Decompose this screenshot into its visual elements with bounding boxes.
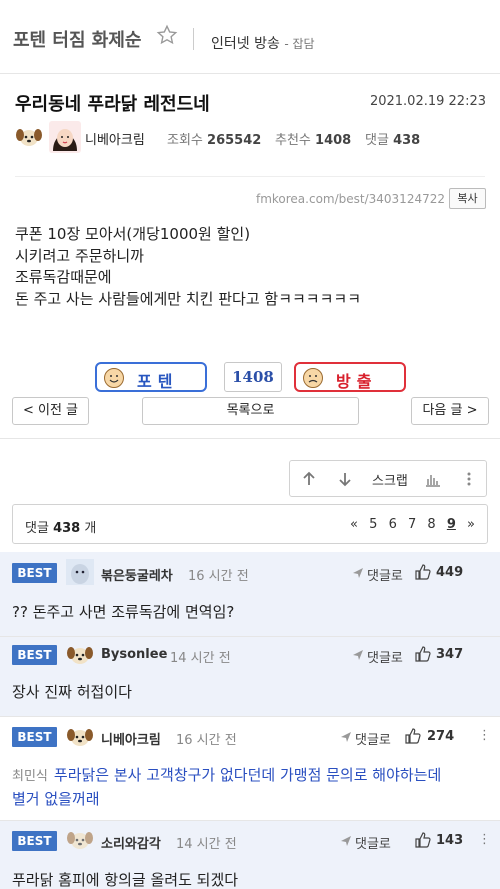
page-current[interactable]: 9 <box>447 517 456 532</box>
comments-count: 댓글 438 개 <box>25 521 97 536</box>
thumbs-up-icon[interactable] <box>415 646 431 662</box>
page-next[interactable]: » <box>467 517 475 532</box>
smile-face-icon <box>104 368 124 388</box>
list-button[interactable]: 목록으로 <box>142 397 359 425</box>
comment-text: 푸라닭 홈피에 항의글 올려도 되겠다 <box>12 871 239 889</box>
comment-item: BEST 볶은둥굴레차 16 시간 전 댓글로 449 ?? 돈주고 사면 조류… <box>0 552 500 636</box>
comment-author[interactable]: Bysonlee <box>101 647 167 662</box>
reply-mention[interactable]: 최민식 <box>12 769 48 784</box>
post-content: 쿠폰 10장 모아서(개당1000원 할인) 시키려고 주문하니까 조류독감때문… <box>15 224 485 311</box>
divider <box>193 28 194 50</box>
content-line: 돈 주고 사는 사람들에게만 치킨 판다고 함ㅋㅋㅋㅋㅋㅋ <box>15 290 362 309</box>
frown-face-icon <box>303 368 323 388</box>
comment-text: 장사 진짜 허접이다 <box>12 683 132 701</box>
reply-arrow-icon[interactable] <box>340 731 352 743</box>
best-badge: BEST <box>12 727 57 747</box>
category-link[interactable]: 인터넷 방송 - 잡담 <box>211 33 315 53</box>
page-link[interactable]: 7 <box>408 517 416 532</box>
level-dog-icon <box>67 832 93 849</box>
reply-arrow-icon[interactable] <box>340 835 352 847</box>
author-name[interactable]: 니베아크림 <box>85 129 145 148</box>
like-count: 143 <box>436 833 464 848</box>
star-icon[interactable] <box>156 24 178 46</box>
comment-author[interactable]: 소리와감각 <box>101 833 161 852</box>
vote-count: 1408 <box>224 362 282 392</box>
comment-count: 댓글 438 <box>365 133 421 148</box>
like-count: 449 <box>436 565 464 580</box>
comment-time: 14 시간 전 <box>170 651 231 666</box>
view-count: 조회수 265542 <box>167 133 262 148</box>
thumbs-up-icon[interactable] <box>405 728 421 744</box>
more-menu-icon[interactable]: ⋮ <box>478 832 491 847</box>
comment-author[interactable]: 볶은둥굴레차 <box>101 565 173 584</box>
more-menu-icon[interactable]: ⋮ <box>478 728 491 743</box>
comment-author[interactable]: 니베아크림 <box>101 729 161 748</box>
pagination: « 5 6 7 8 9 » <box>343 517 475 532</box>
upvote-label: 포텐 <box>137 372 179 391</box>
board-header: 포텐 터짐 화제순 인터넷 방송 - 잡담 <box>0 0 500 74</box>
reply-button[interactable]: 댓글로 <box>367 565 403 584</box>
post-tools: 스크랩 <box>289 460 487 497</box>
page-first[interactable]: « <box>350 517 358 532</box>
best-badge: BEST <box>12 563 57 583</box>
best-badge: BEST <box>12 831 57 851</box>
like-count: 274 <box>427 729 455 744</box>
thumbs-up-icon[interactable] <box>415 832 431 848</box>
copy-button[interactable]: 복사 <box>449 188 486 209</box>
comment-item: BEST Bysonlee 14 시간 전 댓글로 347 장사 진짜 허접이다 <box>0 637 500 716</box>
author-row: 니베아크림 조회수 265542 추천수 1408 댓글 438 <box>15 121 490 153</box>
content-line: 시키려고 주문하니까 <box>15 246 144 265</box>
comment-text: 최민식 푸라닭은 본사 고객창구가 없다던데 가맹점 문의로 해야하는데 별거 없을… <box>12 766 442 808</box>
reply-button[interactable]: 댓글로 <box>355 729 391 748</box>
comment-time: 16 시간 전 <box>188 569 249 584</box>
prev-post-button[interactable]: < 이전 글 <box>12 397 89 425</box>
comment-time: 16 시간 전 <box>176 733 237 748</box>
post-date: 2021.02.19 22:23 <box>369 94 486 109</box>
more-icon[interactable] <box>460 470 478 488</box>
downvote-button[interactable]: 방출 <box>294 362 406 392</box>
avatar[interactable] <box>49 121 81 153</box>
divider <box>15 176 485 177</box>
post-title: 우리동네 푸라닭 레전드네 <box>15 94 210 115</box>
level-dog-icon <box>67 647 93 664</box>
best-badge: BEST <box>12 645 57 665</box>
content-line: 쿠폰 10장 모아서(개당1000원 할인) <box>15 225 251 243</box>
scrap-button[interactable]: 스크랩 <box>372 470 408 489</box>
page-link[interactable]: 5 <box>369 517 377 532</box>
comments-header: 댓글 438 개 « 5 6 7 8 9 » <box>12 504 488 544</box>
downvote-label: 방출 <box>336 372 378 391</box>
reply-button[interactable]: 댓글로 <box>355 833 391 852</box>
level-dog-icon <box>67 729 93 746</box>
arrow-down-icon[interactable] <box>336 470 354 488</box>
reply-arrow-icon[interactable] <box>352 567 364 579</box>
reply-arrow-icon[interactable] <box>352 649 364 661</box>
comment-text: ?? 돈주고 사면 조류독감에 면역임? <box>12 603 235 621</box>
comment-item: BEST 소리와감각 14 시간 전 댓글로 143 ⋮ 푸라닭 홈피에 항의글… <box>0 821 500 889</box>
upvote-button[interactable]: 포텐 <box>95 362 207 392</box>
page-link[interactable]: 6 <box>389 517 397 532</box>
stats-icon[interactable] <box>424 470 442 488</box>
comment-item: BEST 니베아크림 16 시간 전 댓글로 274 ⋮ 최민식 푸라닭은 본사 … <box>0 717 500 820</box>
like-count: 347 <box>436 647 464 662</box>
next-post-button[interactable]: 다음 글 > <box>411 397 489 425</box>
recommend-count: 추천수 1408 <box>275 133 352 148</box>
avatar[interactable] <box>66 559 94 585</box>
comment-time: 14 시간 전 <box>176 837 237 852</box>
arrow-up-icon[interactable] <box>300 470 318 488</box>
page-link[interactable]: 8 <box>427 517 435 532</box>
thumbs-up-icon[interactable] <box>415 564 431 580</box>
board-title[interactable]: 포텐 터짐 화제순 <box>13 26 141 52</box>
divider <box>0 438 500 439</box>
source-url[interactable]: fmkorea.com/best/3403124722 <box>256 192 445 206</box>
content-line: 조류독감때문에 <box>15 268 112 287</box>
level-dog-icon <box>16 129 42 146</box>
reply-button[interactable]: 댓글로 <box>367 647 403 666</box>
